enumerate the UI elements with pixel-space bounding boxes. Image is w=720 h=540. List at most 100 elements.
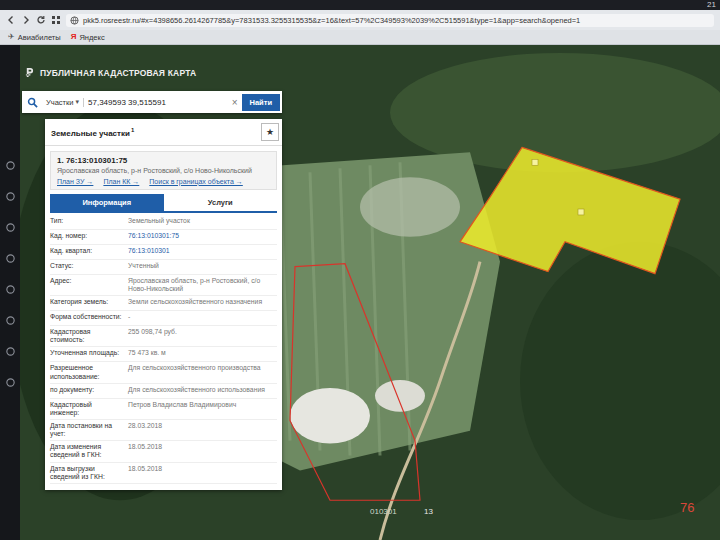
result-address: Ярославская область, р-н Ростовский, с/о… xyxy=(57,167,270,176)
detail-value[interactable]: 76:13:010301:75 xyxy=(128,232,277,242)
globe-icon xyxy=(70,16,79,25)
detail-value: 255 098,74 руб. xyxy=(128,328,277,344)
detail-row: Кадастровая стоимость: 255 098,74 руб. xyxy=(50,326,277,347)
tab[interactable]: Информация xyxy=(50,194,164,211)
address-bar: pkk5.rosreestr.ru/#x=4398656.2614267785&… xyxy=(0,10,720,30)
detail-label: Кадастровый инженер: xyxy=(50,401,122,417)
url-field[interactable]: pkk5.rosreestr.ru/#x=4398656.2614267785&… xyxy=(66,14,714,27)
sidebar-app-icon[interactable] xyxy=(5,315,16,326)
detail-row: Кадастровый инженер: Петров Владислав Вла… xyxy=(50,399,277,420)
detail-label: Адрес: xyxy=(50,277,122,293)
detail-row: Дата выгрузки сведений из ГКН: 18.05.2018 xyxy=(50,463,277,484)
sidebar-app-icon[interactable] xyxy=(5,191,16,202)
detail-row: Форма собственности:- xyxy=(50,311,277,326)
bookmark[interactable]: ✈Авиабилеты xyxy=(8,32,61,42)
forward-icon[interactable] xyxy=(21,15,31,25)
result-item[interactable]: 1. 76:13:010301:75 Ярославская область, р… xyxy=(50,151,277,190)
search-button[interactable]: Найти xyxy=(242,94,280,111)
result-link[interactable]: Поиск в границах объекта → xyxy=(149,178,243,185)
map-label: 76 xyxy=(680,500,694,515)
search-type-label: Участки xyxy=(46,98,74,107)
detail-value: Земли сельскохозяйственного назначения xyxy=(128,298,277,308)
browser-sidebar xyxy=(0,45,20,540)
detail-value: 18.05.2018 xyxy=(128,465,277,481)
detail-value: Учтенный xyxy=(128,262,277,272)
sidebar-app-icon[interactable] xyxy=(5,222,16,233)
bookmark-label: Авиабилеты xyxy=(18,33,61,42)
url-text: pkk5.rosreestr.ru/#x=4398656.2614267785&… xyxy=(83,16,580,25)
app-title: ПУБЛИЧНАЯ КАДАСТРОВАЯ КАРТА xyxy=(40,68,196,78)
search-type-dropdown[interactable]: Участки▾ xyxy=(42,98,84,107)
detail-value: 28.03.2018 xyxy=(128,422,277,438)
detail-value: - xyxy=(128,313,277,323)
main-area: ПУБЛИЧНАЯ КАДАСТРОВАЯ КАРТА Участки▾ 57,34… xyxy=(0,45,720,540)
detail-label: Форма собственности: xyxy=(50,313,122,323)
sidebar-app-icon[interactable] xyxy=(5,346,16,357)
results-panel: Земельные участки1 ★ 1. 76:13:010301:75 Яро… xyxy=(45,119,282,490)
detail-row: Разрешенное использование: Для сельскохоз… xyxy=(50,362,277,383)
search-bar: Участки▾ 57,349593 39,515591 × Найти xyxy=(22,91,282,113)
tab[interactable]: Услуги xyxy=(164,194,278,211)
detail-row: Тип: Земельный участок xyxy=(50,215,277,230)
detail-label: по документу: xyxy=(50,386,122,396)
detail-value: Для сельскохозяйственного производства xyxy=(128,364,277,380)
detail-label: Категория земель: xyxy=(50,298,122,308)
detail-label: Дата выгрузки сведений из ГКН: xyxy=(50,465,122,481)
detail-row: Дата постановки на учет: 28.03.2018 xyxy=(50,420,277,441)
detail-row: Дата изменения сведений в ГКН: 18.05.2018 xyxy=(50,441,277,462)
detail-row: по документу: Для сельскохозяйственного и… xyxy=(50,384,277,399)
grid-icon[interactable] xyxy=(51,15,61,25)
search-icon[interactable] xyxy=(27,97,38,108)
map-label: 13 xyxy=(424,507,433,516)
reload-icon[interactable] xyxy=(36,15,46,25)
results-count: 1 xyxy=(131,127,134,133)
bookmark-icon: Я xyxy=(71,32,77,42)
detail-row: Уточненная площадь: 75 473 кв. м xyxy=(50,347,277,362)
detail-value: Для сельскохозяйственного использования xyxy=(128,386,277,396)
tabs: ИнформацияУслуги xyxy=(50,194,277,213)
dropdown-arrow: ▾ xyxy=(76,98,80,106)
map[interactable]: ПУБЛИЧНАЯ КАДАСТРОВАЯ КАРТА Участки▾ 57,34… xyxy=(20,45,720,540)
bookmarks-bar: ✈Авиабилеты ЯЯндекс xyxy=(0,30,720,45)
detail-row: Кад. квартал:76:13:010301 xyxy=(50,245,277,260)
bookmark-label: Яндекс xyxy=(79,33,104,42)
detail-value: Земельный участок xyxy=(128,217,277,227)
result-links: План ЗУ → План КК → Поиск в границах объек… xyxy=(57,178,270,185)
detail-value: 18.05.2018 xyxy=(128,443,277,459)
detail-value: Ярославская область, р-н Ростовский, с/о… xyxy=(128,277,277,293)
results-header: Земельные участки1 ★ xyxy=(45,119,282,146)
detail-label: Кад. номер: xyxy=(50,232,122,242)
back-icon[interactable] xyxy=(6,15,16,25)
search-input[interactable]: 57,349593 39,515591 xyxy=(88,98,228,107)
detail-label: Дата изменения сведений в ГКН: xyxy=(50,443,122,459)
screen: 21 pkk5.rosreestr.ru/#x=4398656.261426778… xyxy=(0,0,720,540)
detail-label: Уточненная площадь: xyxy=(50,349,122,359)
details-table: Тип: Земельный участок Кад. номер: 76:13:01… xyxy=(45,213,282,490)
tab-badge: 21 xyxy=(707,0,716,10)
results-title: Земельные участки1 xyxy=(51,127,134,138)
detail-row: Статус: Учтенный xyxy=(50,260,277,275)
sidebar-app-icon[interactable] xyxy=(5,377,16,388)
sidebar-app-icon[interactable] xyxy=(5,284,16,295)
rosreestr-logo-icon xyxy=(25,67,34,78)
favorite-button[interactable]: ★ xyxy=(261,123,279,141)
detail-label: Тип: xyxy=(50,217,122,227)
sidebar-app-icon[interactable] xyxy=(5,160,16,171)
detail-label: Разрешенное использование: xyxy=(50,364,122,380)
detail-row: Кад. номер: 76:13:010301:75 xyxy=(50,230,277,245)
detail-value: 75 473 кв. м xyxy=(128,349,277,359)
sidebar-app-icon[interactable] xyxy=(5,253,16,264)
detail-label: Дата постановки на учет: xyxy=(50,422,122,438)
result-link[interactable]: План ЗУ → xyxy=(57,178,93,185)
detail-value: Петров Владислав Владимирович xyxy=(128,401,277,417)
detail-label: Кадастровая стоимость: xyxy=(50,328,122,344)
detail-label: Статус: xyxy=(50,262,122,272)
result-link[interactable]: План КК → xyxy=(103,178,139,185)
browser-tab-strip: 21 xyxy=(0,0,720,10)
app-header: ПУБЛИЧНАЯ КАДАСТРОВАЯ КАРТА xyxy=(25,67,196,78)
result-number: 1. 76:13:010301:75 xyxy=(57,156,270,165)
clear-button[interactable]: × xyxy=(232,97,238,108)
bookmark[interactable]: ЯЯндекс xyxy=(71,32,105,42)
detail-value[interactable]: 76:13:010301 xyxy=(128,247,277,257)
detail-row: Адрес: Ярославская область, р-н Ростовски… xyxy=(50,275,277,296)
